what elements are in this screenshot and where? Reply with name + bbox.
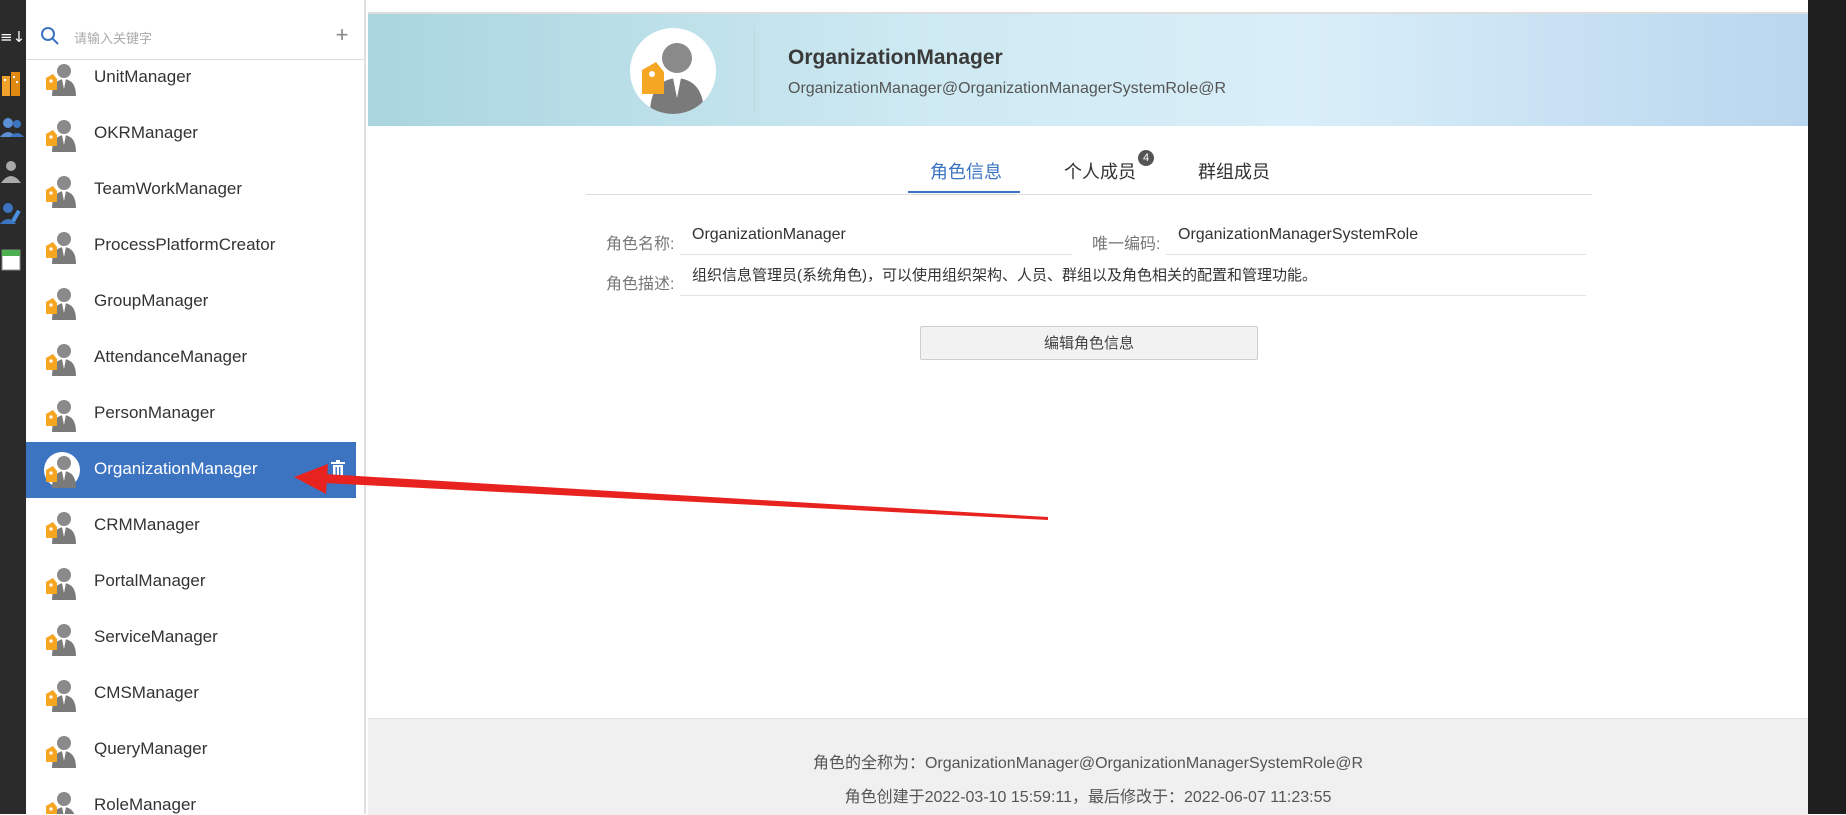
role-avatar-icon (44, 116, 80, 152)
role-distinguished-name: OrganizationManager@OrganizationManagerS… (788, 80, 1227, 97)
role-label: CMSManager (94, 683, 199, 702)
role-list: UnitManager OKRManager TeamWorkManager P… (26, 50, 356, 814)
list-item[interactable]: UnitManager (26, 50, 356, 106)
role-avatar-icon (44, 452, 80, 488)
role-title: OrganizationManager (788, 46, 1003, 69)
role-avatar-icon (44, 172, 80, 208)
role-label: QueryManager (94, 739, 208, 758)
svg-text:≡↓: ≡↓ (0, 28, 24, 46)
role-avatar-icon (44, 396, 80, 432)
role-avatar-icon (44, 732, 80, 768)
add-role-button[interactable]: + (330, 23, 354, 47)
role-dates-text: 角色创建于2022-03-10 15:59:11，最后修改于：2022-06-0… (844, 789, 1332, 806)
tab-role-info[interactable]: 角色信息 (930, 158, 1002, 184)
sort-icon[interactable]: ≡↓ (0, 22, 26, 52)
role-tabs: 角色信息 个人成员 4 群组成员 (586, 150, 1592, 195)
role-label: UnitManager (94, 67, 192, 86)
active-tab-indicator (908, 191, 1020, 193)
role-avatar-icon (44, 620, 80, 656)
list-item[interactable]: GroupManager (26, 274, 356, 330)
role-avatar-icon (44, 284, 80, 320)
role-desc-label: 角色描述: (606, 276, 675, 293)
role-avatar-icon (44, 340, 80, 376)
role-label: AttendanceManager (94, 347, 248, 366)
building-icon[interactable] (0, 68, 26, 98)
edit-role-button[interactable]: 编辑角色信息 (920, 326, 1258, 360)
role-name-field: OrganizationManager (680, 225, 1072, 255)
role-label: OKRManager (94, 123, 198, 142)
list-item[interactable]: AttendanceManager (26, 330, 356, 386)
role-avatar-icon (44, 676, 80, 712)
role-label: RoleManager (94, 795, 197, 814)
role-code-field: OrganizationManagerSystemRole (1166, 225, 1586, 255)
role-label: ProcessPlatformCreator (94, 235, 276, 254)
role-avatar-icon (44, 228, 80, 264)
role-code-label: 唯一编码: (1092, 236, 1161, 253)
role-label: PortalManager (94, 571, 206, 590)
role-label: TeamWorkManager (94, 179, 243, 198)
role-full-name-text: 角色的全称为：OrganizationManager@OrganizationM… (812, 755, 1364, 772)
list-item-selected[interactable]: OrganizationManager (26, 442, 356, 498)
role-name-label: 角色名称: (606, 236, 675, 253)
list-item[interactable]: QueryManager (26, 722, 356, 778)
role-desc-field: 组织信息管理员(系统角色)，可以使用组织架构、人员、群组以及角色相关的配置和管理… (680, 266, 1586, 296)
role-label: CRMManager (94, 515, 200, 534)
list-item[interactable]: ServiceManager (26, 610, 356, 666)
list-item[interactable]: TeamWorkManager (26, 162, 356, 218)
user-edit-icon[interactable] (0, 198, 26, 228)
list-item[interactable]: CRMManager (26, 498, 356, 554)
member-count-badge: 4 (1138, 150, 1154, 166)
role-avatar-large-icon (630, 28, 716, 114)
calendar-icon[interactable] (0, 244, 26, 274)
search-icon[interactable] (40, 26, 60, 51)
role-avatar-icon (44, 508, 80, 544)
role-avatar-icon (44, 564, 80, 600)
role-header-banner: OrganizationManager OrganizationManager@… (368, 14, 1808, 126)
search-input[interactable] (72, 26, 306, 50)
role-label: ServiceManager (94, 627, 218, 646)
role-footer: 角色的全称为：OrganizationManager@OrganizationM… (368, 718, 1808, 815)
role-list-panel: + UnitManager OKRManager TeamWorkManager… (26, 0, 366, 814)
header-separator (754, 28, 755, 114)
role-avatar-icon (44, 60, 80, 96)
list-item[interactable]: ProcessPlatformCreator (26, 218, 356, 274)
role-avatar-icon (44, 788, 80, 814)
tab-person-members[interactable]: 个人成员 (1064, 158, 1136, 184)
list-item[interactable]: PortalManager (26, 554, 356, 610)
trash-icon[interactable] (330, 460, 348, 480)
tab-group-members[interactable]: 群组成员 (1198, 158, 1270, 184)
role-label: GroupManager (94, 291, 209, 310)
role-label: PersonManager (94, 403, 215, 422)
person-role-icon[interactable] (0, 156, 26, 186)
role-label: OrganizationManager (94, 459, 258, 478)
users-group-icon[interactable] (0, 112, 26, 142)
window-edge (1808, 0, 1846, 814)
list-item[interactable]: CMSManager (26, 666, 356, 722)
app-icon-bar: ≡↓ (0, 0, 26, 814)
list-item[interactable]: PersonManager (26, 386, 356, 442)
list-item[interactable]: OKRManager (26, 106, 356, 162)
list-item[interactable]: RoleManager (26, 778, 356, 814)
